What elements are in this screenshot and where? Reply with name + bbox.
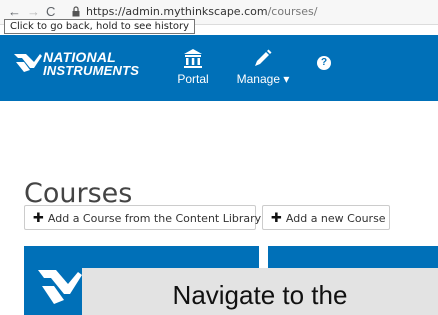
nav-manage[interactable]: Manage ▾: [233, 48, 293, 86]
portal-icon: [184, 49, 202, 68]
plus-icon: ✚: [271, 211, 282, 226]
plus-icon: ✚: [33, 211, 44, 226]
url-path: /courses/: [267, 5, 318, 18]
add-new-course-button[interactable]: ✚ Add a new Course: [262, 205, 390, 230]
eagle-logo-icon: [14, 54, 42, 72]
reload-icon[interactable]: C: [46, 4, 55, 20]
instruction-text: Navigate to the: [172, 280, 348, 310]
eagle-logo-icon: [38, 270, 82, 304]
add-course-from-library-button[interactable]: ✚ Add a Course from the Content Library: [24, 205, 261, 230]
instruction-overlay: Navigate to the: [82, 268, 438, 315]
nav-portal-label: Portal: [177, 72, 209, 86]
forward-icon[interactable]: →: [27, 4, 40, 20]
add-course-from-library-label: Add a Course from the Content Library: [47, 212, 262, 225]
logo-line-2: INSTRUMENTS: [43, 63, 140, 78]
nav-manage-label: Manage ▾: [236, 72, 290, 86]
national-instruments-logo[interactable]: NATIONAL INSTRUMENTS: [14, 50, 162, 82]
back-icon[interactable]: ←: [8, 4, 21, 20]
back-tooltip: Click to go back, hold to see history: [4, 19, 196, 34]
manage-icon: [255, 49, 272, 66]
add-new-course-label: Add a new Course: [285, 212, 386, 225]
lock-icon: [72, 6, 80, 17]
help-icon[interactable]: ?: [317, 56, 331, 70]
address-bar[interactable]: https://admin.mythinkscape.com/courses/: [86, 5, 317, 18]
logo-text: NATIONAL INSTRUMENTS: [43, 50, 139, 78]
nav-portal[interactable]: Portal: [176, 48, 210, 86]
url-host: https://admin.mythinkscape.com: [86, 5, 268, 18]
